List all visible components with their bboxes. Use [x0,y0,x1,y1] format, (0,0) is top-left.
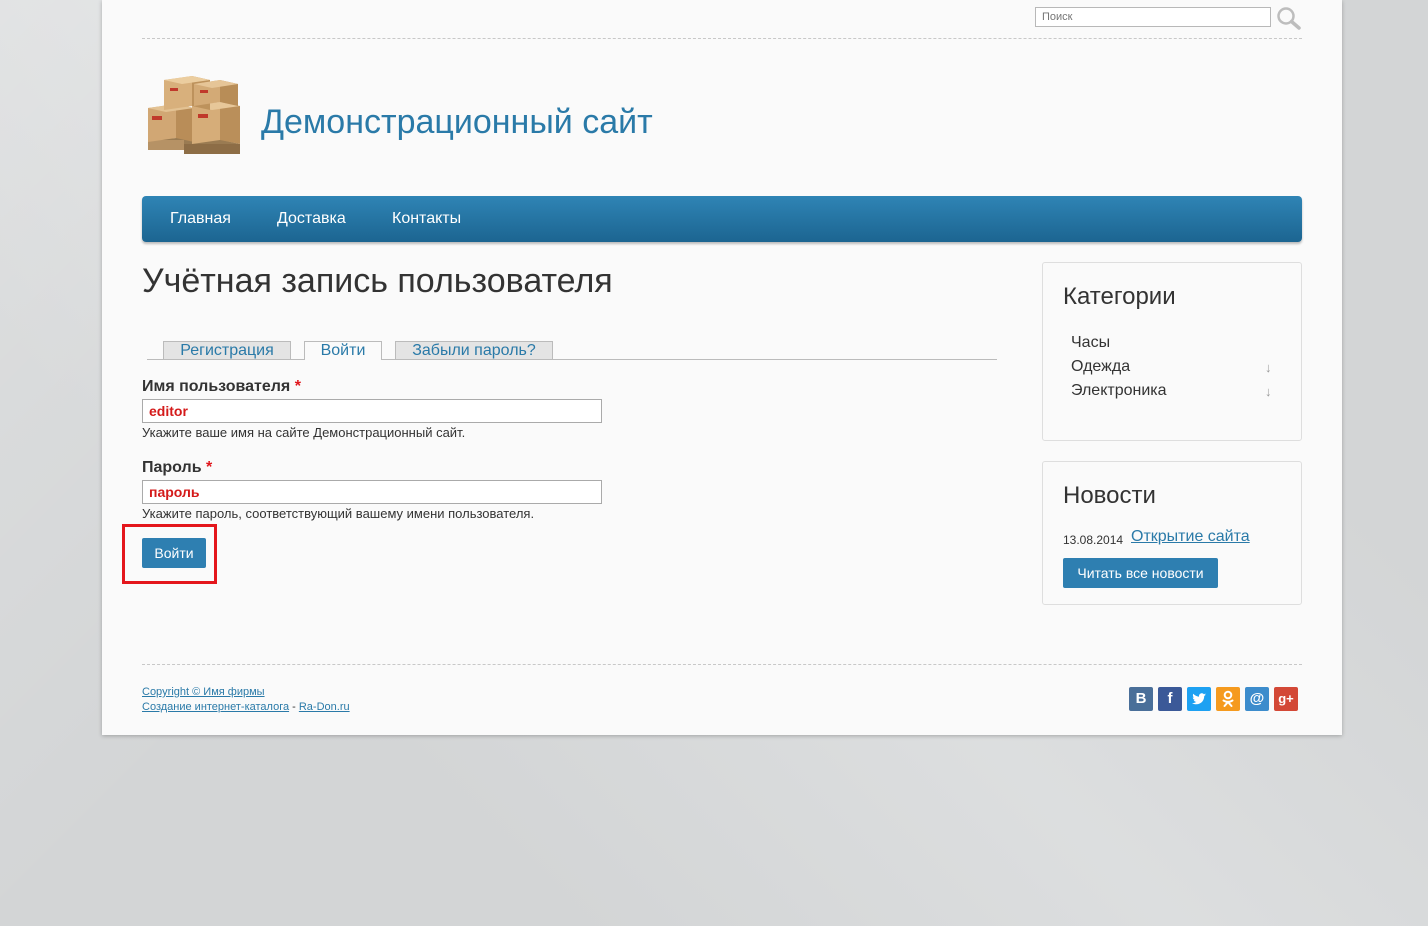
tab-register[interactable]: Регистрация [163,341,291,359]
search-box [1035,6,1305,30]
nav-item-delivery[interactable]: Доставка [277,210,346,228]
odnoklassniki-icon[interactable] [1216,687,1240,711]
twitter-icon[interactable] [1187,687,1211,711]
mailru-icon[interactable]: @ [1245,687,1269,711]
news-title: Новости [1063,482,1156,509]
tab-forgot-password[interactable]: Забыли пароль? [395,341,553,359]
nav-item-home[interactable]: Главная [170,210,231,228]
tab-login[interactable]: Войти [304,341,382,360]
news-block: Новости 13.08.2014 Открытие сайта Читать… [1042,461,1302,605]
footer-divider [142,664,1302,665]
arrow-down-icon[interactable]: ↓ [1265,384,1272,399]
read-all-news-button[interactable]: Читать все новости [1063,558,1218,588]
main-nav: Главная Доставка Контакты [142,196,1302,242]
page-container: Демонстрационный сайт Главная Доставка К… [102,0,1342,735]
password-label: Пароль * [142,459,213,476]
username-hint: Укажите ваше имя на сайте Демонстрационн… [142,425,466,440]
password-field[interactable] [142,480,602,504]
username-label: Имя пользователя * [142,378,301,395]
search-icon[interactable] [1276,6,1302,30]
copyright-link[interactable]: Copyright © Имя фирмы [142,686,265,698]
footer-copyright: Copyright © Имя фирмы [142,686,265,698]
required-mark: * [294,378,301,395]
category-item-watches[interactable]: Часы [1071,334,1110,352]
password-hint: Укажите пароль, соответствующий вашему и… [142,506,535,521]
creation-link[interactable]: Создание интернет-каталога [142,701,289,713]
tabs-divider [147,359,997,360]
page-title: Учётная запись пользователя [142,262,613,300]
arrow-down-icon[interactable]: ↓ [1265,360,1272,375]
vk-icon[interactable]: B [1129,687,1153,711]
news-date: 13.08.2014 [1063,533,1124,547]
footer-credits: Создание интернет-каталога - Ra-Don.ru [142,701,350,713]
highlight-box [122,524,217,584]
site-title[interactable]: Демонстрационный сайт [261,103,653,142]
footer-separator: - [289,701,299,713]
search-input[interactable] [1035,7,1271,27]
categories-title: Категории [1063,283,1176,310]
facebook-icon[interactable]: f [1158,687,1182,711]
header-divider [142,38,1302,39]
category-item-electronics[interactable]: Электроника [1071,382,1167,400]
category-item-clothes[interactable]: Одежда [1071,358,1130,376]
required-mark: * [206,459,213,476]
username-field[interactable] [142,399,602,423]
googleplus-icon[interactable]: g+ [1274,687,1298,711]
site-logo[interactable] [142,70,244,162]
news-link[interactable]: Открытие сайта [1131,528,1250,546]
categories-block: Категории Часы Одежда ↓ Электроника ↓ [1042,262,1302,441]
nav-item-contacts[interactable]: Контакты [392,210,461,228]
radon-link[interactable]: Ra-Don.ru [299,701,350,713]
